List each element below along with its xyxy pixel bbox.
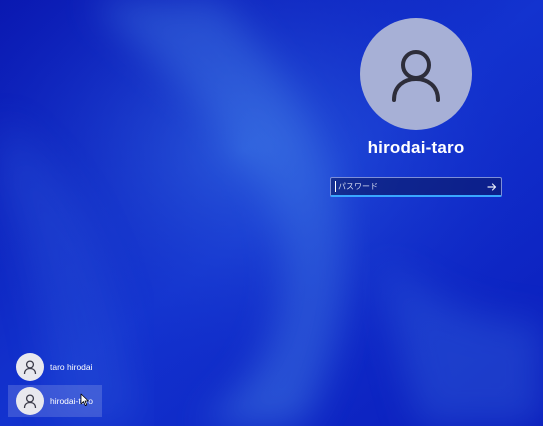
user-switcher-list: taro hirodai hirodai-taro: [8, 351, 102, 419]
person-icon: [392, 50, 440, 102]
password-field[interactable]: [330, 177, 502, 197]
user-list-item-label: taro hirodai: [50, 362, 93, 372]
arrow-right-icon: [487, 182, 497, 191]
person-icon: [23, 394, 37, 409]
user-avatar-small: [16, 387, 44, 415]
current-username: hirodai-taro: [367, 138, 465, 157]
person-icon: [23, 360, 37, 375]
mouse-cursor-icon: [80, 393, 89, 406]
user-avatar-small: [16, 353, 44, 381]
submit-button[interactable]: [483, 178, 501, 196]
user-list-item-taro-hirodai[interactable]: taro hirodai: [8, 351, 102, 383]
password-input[interactable]: [336, 178, 483, 195]
user-avatar-large: [360, 18, 472, 130]
login-screen: hirodai-taro taro hirodai hirodai-taro: [0, 0, 543, 426]
